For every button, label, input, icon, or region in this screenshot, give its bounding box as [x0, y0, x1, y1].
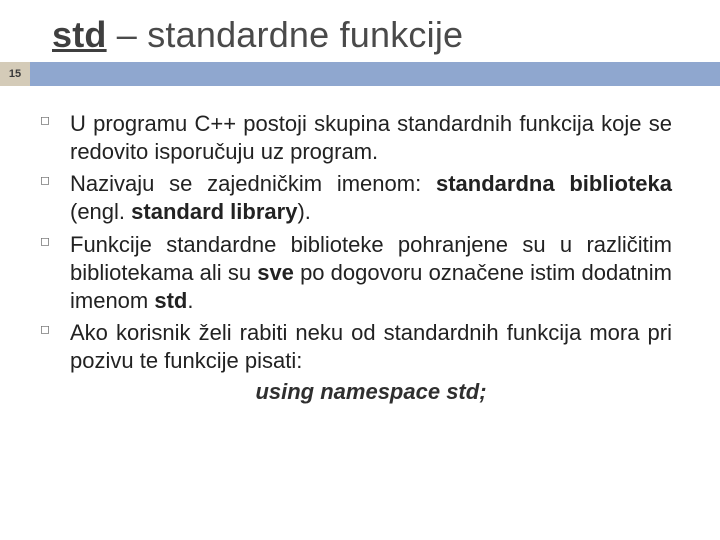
slide-title: std – standardne funkcije	[0, 0, 720, 62]
bullet-list: U programu C++ postoji skupina standardn…	[70, 110, 672, 375]
list-item: Nazivaju se zajedničkim imenom: standard…	[70, 170, 672, 226]
slide: std – standardne funkcije 15 U programu …	[0, 0, 720, 540]
title-prefix: std	[52, 14, 107, 55]
header-band: 15	[0, 62, 720, 86]
list-item: Funkcije standardne biblioteke pohranjen…	[70, 231, 672, 315]
list-item: Ako korisnik želi rabiti neku od standar…	[70, 319, 672, 375]
list-item: U programu C++ postoji skupina standardn…	[70, 110, 672, 166]
code-line: using namespace std;	[70, 379, 672, 405]
title-rest: – standardne funkcije	[107, 14, 464, 55]
header-bar	[30, 62, 720, 86]
slide-content: U programu C++ postoji skupina standardn…	[0, 86, 720, 405]
slide-number-badge: 15	[0, 62, 30, 86]
